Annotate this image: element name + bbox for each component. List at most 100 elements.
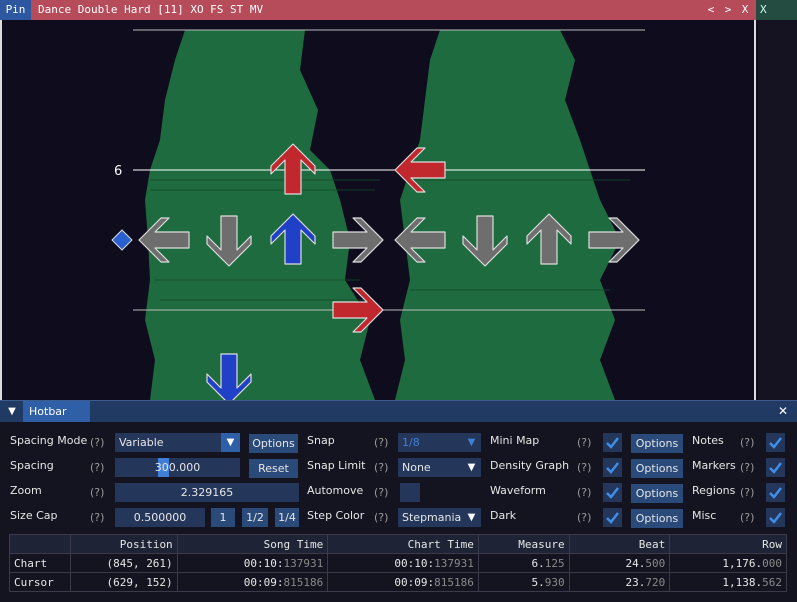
mini-map-checkbox[interactable] [603, 433, 622, 452]
help-icon[interactable]: (?) [740, 434, 754, 452]
help-icon[interactable]: (?) [577, 484, 591, 502]
prev-button[interactable]: < [703, 0, 719, 20]
density-graph-options-button[interactable]: Options [631, 459, 683, 478]
step-color-label: Step Color [307, 509, 365, 522]
help-icon[interactable]: (?) [740, 459, 754, 477]
check-icon [606, 512, 619, 524]
check-icon [769, 462, 782, 474]
notes-label: Notes [692, 434, 724, 447]
hotbar-title-bar [0, 401, 797, 422]
chevron-down-icon[interactable]: ▼ [221, 433, 240, 452]
next-button[interactable]: > [720, 0, 736, 20]
snap-label: Snap [307, 434, 335, 447]
spacing-reset-button[interactable]: Reset [249, 459, 298, 478]
hotbar-tab[interactable]: Hotbar [23, 401, 90, 422]
check-icon [769, 512, 782, 524]
column-header: Chart Time [327, 534, 479, 554]
waveform-label: Waveform [490, 484, 546, 497]
table-row: Cursor (629, 152) 00:09:815186 00:09:815… [9, 572, 787, 592]
misc-checkbox[interactable] [766, 508, 785, 527]
check-icon [769, 487, 782, 499]
position-cell: (845, 261) [69, 553, 178, 573]
waveform-options-button[interactable]: Options [631, 484, 683, 503]
column-header: Beat [568, 534, 671, 554]
spacing-slider[interactable]: 300.000 [115, 458, 240, 477]
column-header [9, 534, 71, 554]
spacing-options-button[interactable]: Options [249, 434, 298, 453]
automove-label: Automove [307, 484, 364, 497]
density-graph-checkbox[interactable] [603, 458, 622, 477]
close-window-button[interactable]: X [737, 0, 753, 20]
regions-checkbox[interactable] [766, 483, 785, 502]
chevron-down-icon[interactable]: ▼ [462, 458, 481, 477]
dark-label: Dark [490, 509, 517, 522]
zoom-label: Zoom [10, 484, 42, 497]
snap-select[interactable]: 1/8 [398, 433, 462, 452]
size-cap-quarter-button[interactable]: 1/4 [275, 508, 299, 527]
size-cap-1-button[interactable]: 1 [211, 508, 235, 527]
check-icon [606, 487, 619, 499]
help-icon[interactable]: (?) [90, 459, 104, 477]
help-icon[interactable]: (?) [374, 459, 388, 477]
spacing-label: Spacing [10, 459, 54, 472]
spacing-value: 300.000 [154, 461, 201, 474]
window-title: Dance Double Hard [11] XO FS ST MV [38, 3, 264, 16]
help-icon[interactable]: (?) [90, 434, 104, 452]
chevron-down-icon[interactable]: ▼ [462, 433, 481, 452]
chevron-down-icon[interactable]: ▼ [462, 508, 481, 527]
side-panel [758, 20, 797, 400]
column-header: Measure [477, 534, 570, 554]
markers-checkbox[interactable] [766, 458, 785, 477]
check-icon [769, 437, 782, 449]
song-time-cell: 00:10:137931 [176, 553, 329, 573]
misc-label: Misc [692, 509, 717, 522]
size-cap-half-button[interactable]: 1/2 [242, 508, 268, 527]
step-color-select[interactable]: Stepmania [398, 508, 462, 527]
mini-map-label: Mini Map [490, 434, 540, 447]
size-cap-label: Size Cap [10, 509, 58, 522]
help-icon[interactable]: (?) [577, 509, 591, 527]
pin-button[interactable]: Pin [0, 0, 31, 20]
collapse-icon[interactable]: ▼ [4, 401, 20, 422]
zoom-field[interactable]: 2.329165 [115, 483, 299, 502]
column-header: Row [669, 534, 787, 554]
snap-limit-select[interactable]: None [398, 458, 462, 477]
column-header: Position [69, 534, 178, 554]
size-cap-field[interactable]: 0.500000 [115, 508, 205, 527]
help-icon[interactable]: (?) [740, 509, 754, 527]
check-icon [606, 462, 619, 474]
help-icon[interactable]: (?) [374, 509, 388, 527]
dark-checkbox[interactable] [603, 508, 622, 527]
regions-label: Regions [692, 484, 736, 497]
table-row: Chart (845, 261) 00:10:137931 00:10:1379… [9, 553, 787, 573]
measure-cell: 6.125 [477, 553, 570, 573]
song-time-cell: 00:09:815186 [176, 572, 329, 592]
automove-checkbox[interactable] [400, 483, 420, 502]
chart-time-cell: 00:10:137931 [327, 553, 479, 573]
help-icon[interactable]: (?) [90, 509, 104, 527]
help-icon[interactable]: (?) [577, 459, 591, 477]
help-icon[interactable]: (?) [374, 484, 388, 502]
check-icon [606, 437, 619, 449]
help-icon[interactable]: (?) [90, 484, 104, 502]
help-icon[interactable]: (?) [577, 434, 591, 452]
row-cell: 1,138.562 [669, 572, 787, 592]
side-tab[interactable]: X [756, 0, 797, 20]
row-label: Chart [9, 553, 71, 573]
help-icon[interactable]: (?) [740, 484, 754, 502]
spacing-mode-label: Spacing Mode [10, 434, 88, 447]
density-graph-label: Density Graph [490, 459, 570, 472]
chart-border [0, 20, 756, 400]
mini-map-options-button[interactable]: Options [631, 434, 683, 453]
measure-cell: 5.930 [477, 572, 570, 592]
chart-time-cell: 00:09:815186 [327, 572, 479, 592]
hotbar-close-button[interactable]: ✕ [775, 401, 791, 422]
position-cell: (629, 152) [69, 572, 178, 592]
spacing-mode-select[interactable]: Variable [115, 433, 221, 452]
notes-checkbox[interactable] [766, 433, 785, 452]
column-header: Song Time [176, 534, 329, 554]
dark-options-button[interactable]: Options [631, 509, 683, 528]
waveform-checkbox[interactable] [603, 483, 622, 502]
help-icon[interactable]: (?) [374, 434, 388, 452]
markers-label: Markers [692, 459, 736, 472]
